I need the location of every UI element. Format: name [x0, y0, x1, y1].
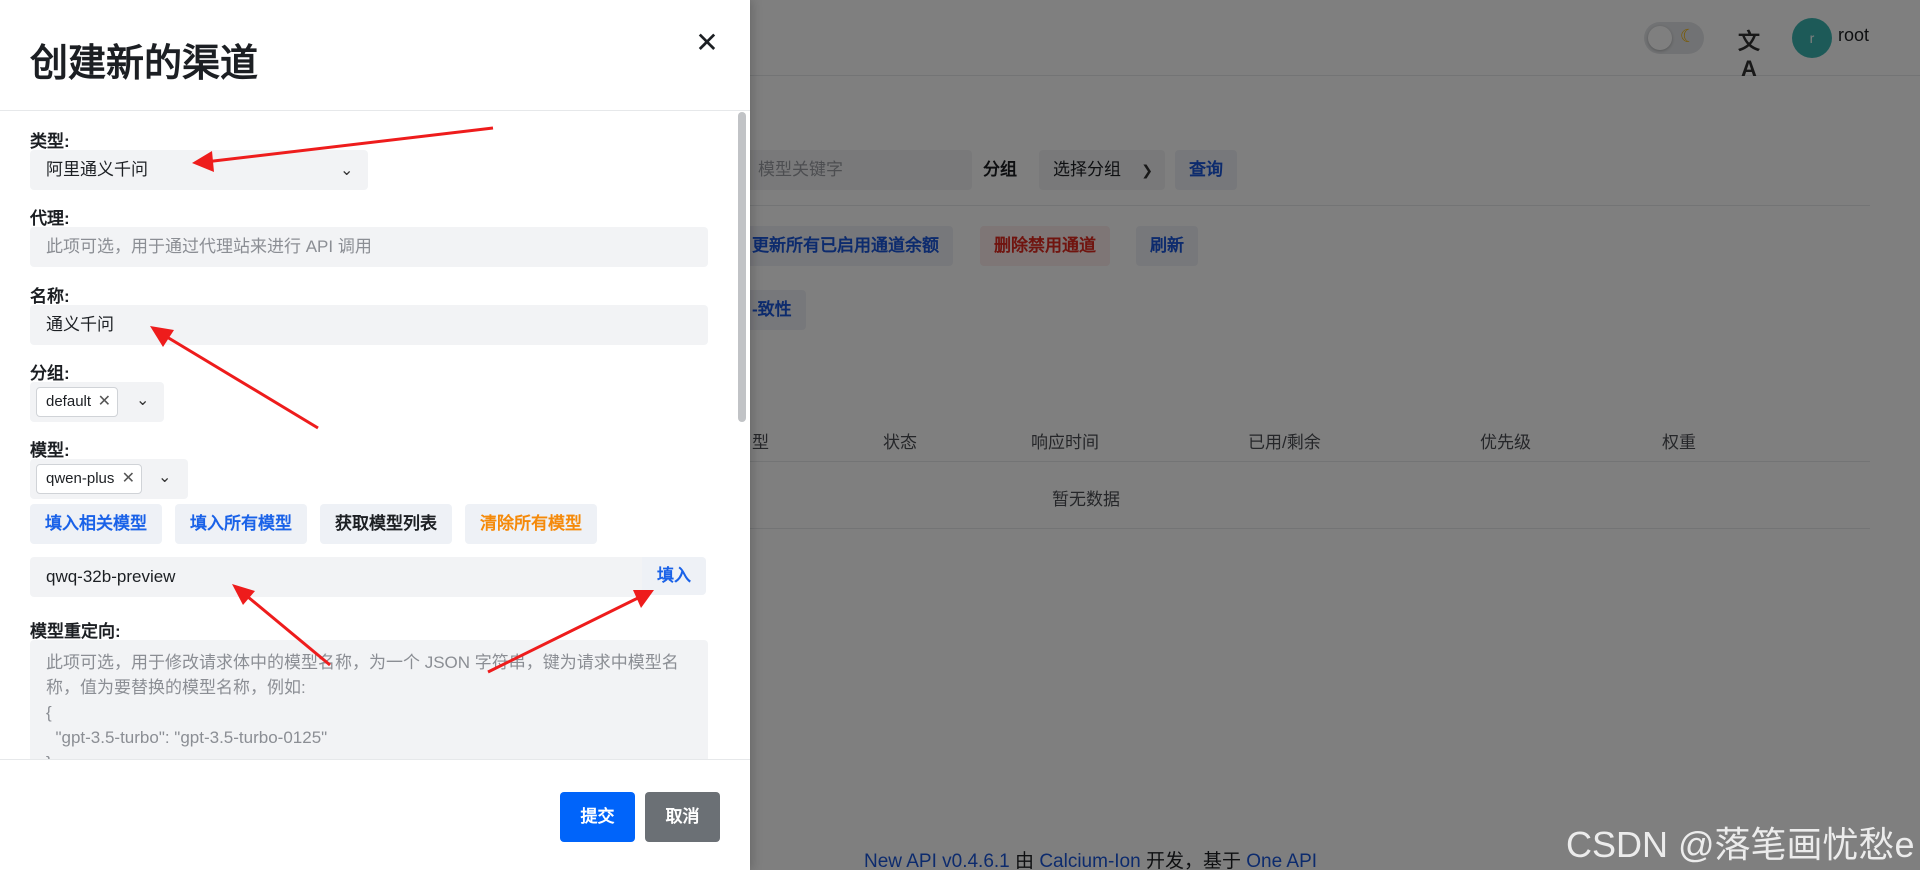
scrollbar-thumb[interactable]	[738, 112, 746, 422]
remove-tag-icon[interactable]: ✕	[98, 388, 111, 416]
model-redirect-textarea[interactable]: 此项可选，用于修改请求体中的模型名称，为一个 JSON 字符串，键为请求中模型名…	[30, 640, 708, 765]
model-redirect-label: 模型重定向:	[30, 622, 121, 641]
fill-all-models-button[interactable]: 填入所有模型	[175, 504, 307, 544]
create-channel-modal: 创建新的渠道 ✕ 类型: 阿里通义千问 ⌄ 代理: 此项可选，用于通过代理站来进…	[0, 0, 750, 870]
group-tag-label: default	[46, 393, 92, 410]
group-tag: default ✕	[36, 387, 118, 417]
modal-footer: 提交 取消	[0, 759, 750, 870]
cancel-button[interactable]: 取消	[645, 792, 720, 842]
modal-scrollbar[interactable]	[737, 112, 747, 758]
modal-title: 创建新的渠道	[30, 43, 259, 85]
name-label: 名称:	[30, 287, 70, 306]
remove-tag-icon[interactable]: ✕	[122, 465, 135, 493]
submit-button[interactable]: 提交	[560, 792, 635, 842]
name-input[interactable]: 通义千问	[30, 305, 708, 345]
model-tag: qwen-plus ✕	[36, 464, 142, 494]
modal-header: 创建新的渠道 ✕	[0, 0, 750, 111]
proxy-input[interactable]: 此项可选，用于通过代理站来进行 API 调用	[30, 227, 708, 267]
group-label: 分组:	[30, 364, 70, 383]
fill-custom-model-button[interactable]: 填入	[642, 557, 706, 595]
watermark-text: CSDN @落笔画忧愁e	[1566, 824, 1915, 865]
model-label: 模型:	[30, 441, 70, 460]
model-tag-label: qwen-plus	[46, 470, 115, 487]
proxy-label: 代理:	[30, 209, 70, 228]
chevron-down-icon: ⌄	[340, 162, 354, 179]
clear-all-models-button[interactable]: 清除所有模型	[465, 504, 597, 544]
fetch-model-list-button[interactable]: 获取模型列表	[320, 504, 452, 544]
type-select[interactable]: 阿里通义千问	[30, 150, 368, 190]
custom-model-input[interactable]: qwq-32b-preview	[30, 557, 642, 597]
fill-related-models-button[interactable]: 填入相关模型	[30, 504, 162, 544]
close-icon[interactable]: ✕	[692, 28, 722, 58]
type-label: 类型:	[30, 132, 70, 151]
chevron-down-icon: ⌄	[136, 392, 150, 409]
chevron-down-icon: ⌄	[158, 469, 172, 486]
type-value: 阿里通义千问	[46, 160, 148, 179]
